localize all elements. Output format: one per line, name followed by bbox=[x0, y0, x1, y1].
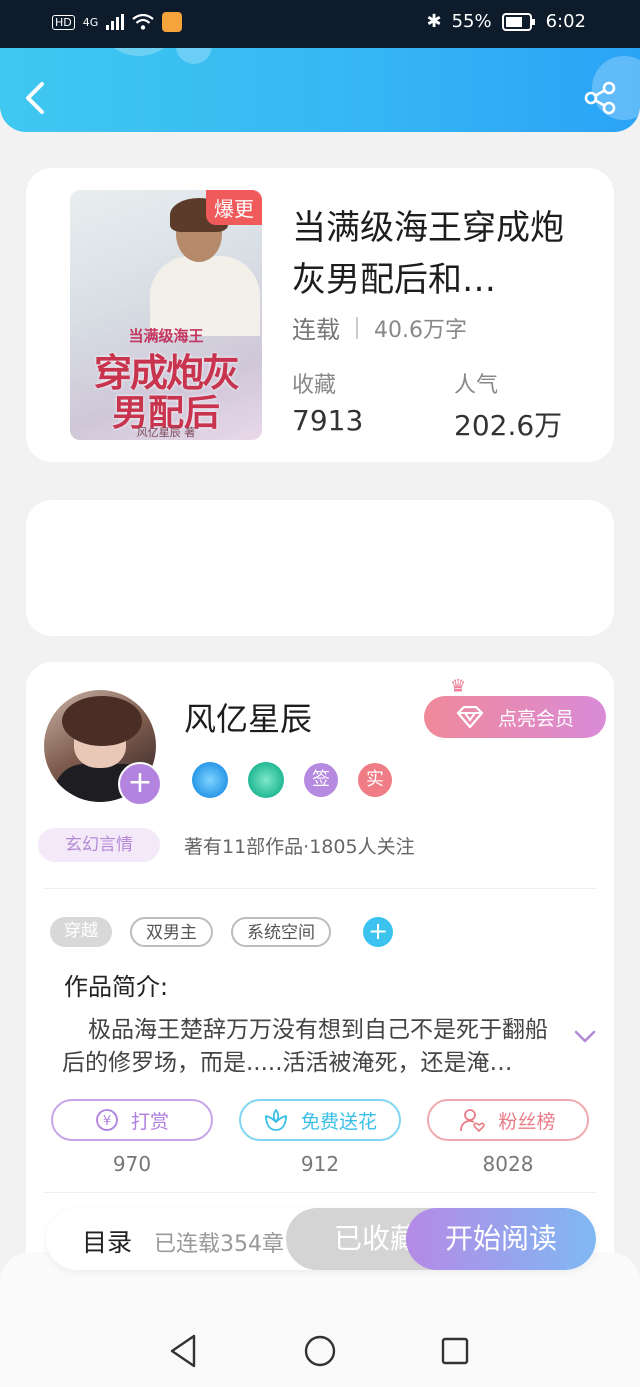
favorites-label: 收藏 bbox=[292, 373, 337, 398]
system-navigation-bar bbox=[170, 1334, 469, 1368]
intro-text[interactable]: 极品海王楚辞万万没有想到自己不是死于翻船后的修罗场，而是.....活活被淹死，还… bbox=[62, 1014, 562, 1080]
book-status: 连载 bbox=[292, 316, 340, 344]
author-badges: 签 实 bbox=[192, 762, 392, 798]
popularity-value: 202.6万 bbox=[454, 409, 563, 442]
header-bar: HD 4G ✱ 55% 6:02 bbox=[0, 0, 640, 132]
intro-title: 作品简介: bbox=[64, 973, 169, 1001]
nav-back-icon[interactable] bbox=[170, 1334, 196, 1368]
battery-percentage: 55% bbox=[451, 11, 492, 32]
vip-button[interactable]: 点亮会员 bbox=[424, 696, 606, 738]
avatar-art bbox=[62, 696, 142, 746]
author-summary: 著有11部作品·1805人关注 bbox=[184, 836, 415, 858]
flower-count: 912 bbox=[300, 1152, 340, 1176]
book-title: 当满级海王穿成炮灰男配后和… bbox=[292, 208, 564, 300]
bluetooth-icon: ✱ bbox=[426, 11, 442, 32]
nav-home-icon[interactable] bbox=[304, 1335, 336, 1367]
battery-icon bbox=[501, 12, 535, 31]
user-heart-icon bbox=[460, 1109, 486, 1132]
music-medal-icon[interactable] bbox=[192, 762, 228, 798]
divider bbox=[44, 1192, 596, 1193]
wifi-icon bbox=[132, 14, 154, 30]
author-name[interactable]: 风亿星辰 bbox=[184, 694, 312, 740]
divider bbox=[44, 888, 596, 889]
popularity-label: 人气 bbox=[454, 373, 499, 398]
tip-label: 打赏 bbox=[130, 1110, 169, 1133]
book-tags: 穿越 双男主 系统空间 + bbox=[50, 917, 393, 947]
back-button[interactable] bbox=[20, 78, 50, 118]
signal-icon bbox=[106, 14, 125, 30]
svg-text:¥: ¥ bbox=[103, 1114, 111, 1129]
empty-banner-card bbox=[26, 500, 614, 636]
flower-icon bbox=[265, 1109, 287, 1131]
cover-art-figure bbox=[150, 256, 260, 336]
meta-divider bbox=[356, 316, 358, 339]
free-flower-label: 免费送花 bbox=[300, 1110, 377, 1133]
add-tag-button[interactable]: + bbox=[363, 917, 393, 947]
nav-recents-icon[interactable] bbox=[441, 1337, 469, 1365]
crown-icon: ♛ bbox=[450, 676, 467, 697]
tip-count: 970 bbox=[112, 1152, 152, 1176]
chapter-status[interactable]: 已连载354章 bbox=[154, 1226, 284, 1258]
status-bar: HD 4G ✱ 55% 6:02 bbox=[0, 0, 640, 48]
network-indicator: 4G bbox=[82, 15, 99, 29]
vip-button-label: 点亮会员 bbox=[497, 707, 574, 730]
signed-badge[interactable]: 签 bbox=[304, 763, 338, 797]
share-button[interactable] bbox=[582, 80, 618, 116]
fan-rank-button[interactable]: 粉丝榜 bbox=[427, 1099, 589, 1141]
genre-tag: 玄幻言情 bbox=[38, 828, 160, 862]
word-count: 40.6万字 bbox=[374, 317, 467, 343]
toc-button[interactable]: 目录 bbox=[82, 1223, 132, 1259]
book-meta: 连载 40.6万字 bbox=[292, 310, 467, 345]
diamond-icon bbox=[456, 706, 484, 728]
start-reading-button[interactable]: 开始阅读 bbox=[406, 1208, 596, 1270]
expand-chevron-icon[interactable] bbox=[574, 1030, 596, 1044]
yen-coin-icon: ¥ bbox=[96, 1109, 118, 1131]
tag-chip[interactable]: 穿越 bbox=[50, 917, 112, 947]
handshake-medal-icon[interactable] bbox=[248, 762, 284, 798]
cover-badge: 爆更 bbox=[206, 190, 262, 225]
tag-chip[interactable]: 系统空间 bbox=[231, 917, 331, 947]
tip-button[interactable]: ¥ 打赏 bbox=[51, 1099, 213, 1141]
free-flower-button[interactable]: 免费送花 bbox=[239, 1099, 401, 1141]
verified-badge[interactable]: 实 bbox=[358, 763, 392, 797]
follow-author-button[interactable]: + bbox=[118, 762, 162, 806]
fan-rank-label: 粉丝榜 bbox=[498, 1110, 556, 1133]
cover-author: 风亿星辰 著 bbox=[136, 426, 196, 439]
clock: 6:02 bbox=[545, 11, 586, 32]
tag-chip[interactable]: 双男主 bbox=[130, 917, 213, 947]
favorites-value: 7913 bbox=[292, 404, 364, 437]
fan-rank-count: 8028 bbox=[482, 1152, 534, 1176]
app-notification-icon bbox=[162, 12, 183, 32]
reading-bar: 目录 已连载354章 已收藏 开始阅读 bbox=[46, 1208, 596, 1270]
book-cover[interactable]: 爆更 当满级海王 穿成炮灰 男配后 风亿星辰 著 bbox=[70, 190, 262, 440]
hd-indicator: HD bbox=[52, 14, 75, 30]
